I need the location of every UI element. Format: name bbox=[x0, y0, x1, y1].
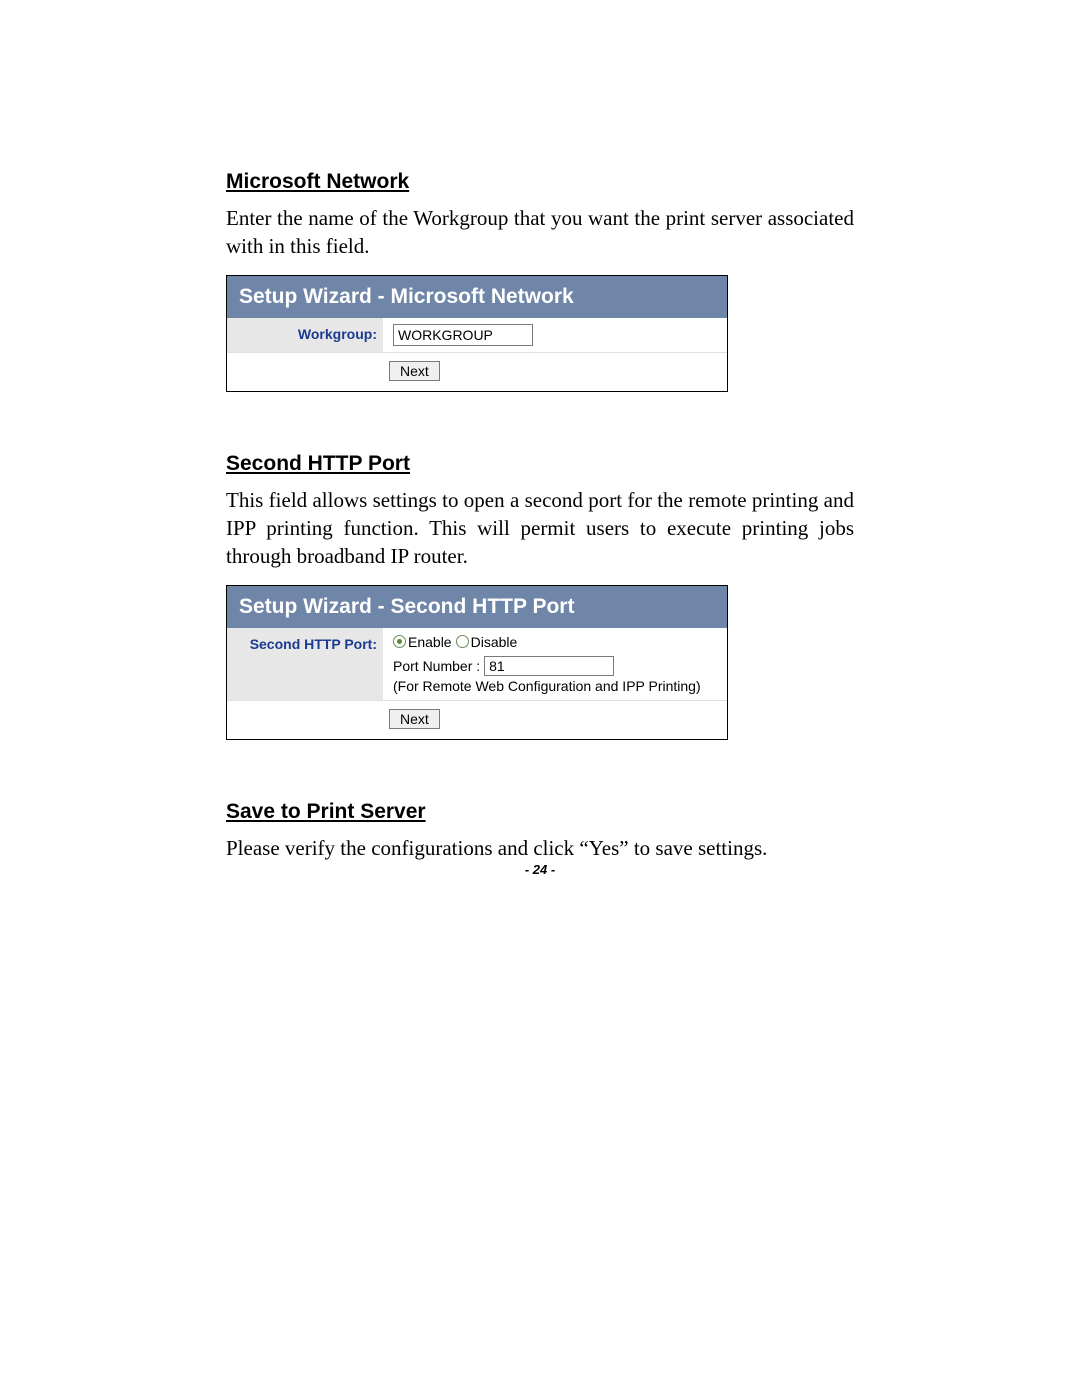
document-page: Microsoft Network Enter the name of the … bbox=[0, 0, 1080, 1397]
radio-checked-icon bbox=[393, 635, 406, 648]
workgroup-label: Workgroup: bbox=[227, 318, 383, 352]
paragraph-save-to-print-server: Please verify the configurations and cli… bbox=[226, 834, 854, 862]
http-port-label: Second HTTP Port: bbox=[227, 628, 383, 700]
workgroup-input[interactable] bbox=[393, 324, 533, 346]
enable-radio[interactable]: Enable bbox=[393, 634, 452, 650]
workgroup-row: Workgroup: bbox=[227, 318, 727, 352]
paragraph-second-http-port: This field allows settings to open a sec… bbox=[226, 486, 854, 571]
disable-radio-label: Disable bbox=[471, 634, 518, 650]
wizard-title-microsoft-network: Setup Wizard - Microsoft Network bbox=[227, 276, 727, 318]
enable-radio-label: Enable bbox=[408, 634, 452, 650]
heading-microsoft-network: Microsoft Network bbox=[226, 170, 854, 194]
wizard-second-http-port: Setup Wizard - Second HTTP Port Second H… bbox=[226, 585, 728, 740]
port-number-hint: (For Remote Web Configuration and IPP Pr… bbox=[393, 678, 717, 694]
next-button[interactable]: Next bbox=[389, 709, 440, 729]
button-row-2: Next bbox=[227, 700, 727, 739]
page-number: - 24 - bbox=[0, 862, 1080, 877]
next-button[interactable]: Next bbox=[389, 361, 440, 381]
wizard-microsoft-network: Setup Wizard - Microsoft Network Workgro… bbox=[226, 275, 728, 392]
paragraph-microsoft-network: Enter the name of the Workgroup that you… bbox=[226, 204, 854, 261]
port-number-label: Port Number : bbox=[393, 658, 480, 674]
button-row-1: Next bbox=[227, 352, 727, 391]
radio-unchecked-icon bbox=[456, 635, 469, 648]
wizard-title-second-http-port: Setup Wizard - Second HTTP Port bbox=[227, 586, 727, 628]
http-port-value-cell: Enable Disable Port Number : (For Remote… bbox=[383, 628, 727, 700]
workgroup-value-cell bbox=[383, 318, 727, 352]
disable-radio[interactable]: Disable bbox=[456, 634, 518, 650]
heading-second-http-port: Second HTTP Port bbox=[226, 452, 854, 476]
port-number-line: Port Number : bbox=[393, 656, 717, 676]
http-port-row: Second HTTP Port: Enable Disable Port Nu… bbox=[227, 628, 727, 700]
heading-save-to-print-server: Save to Print Server bbox=[226, 800, 854, 824]
enable-disable-group: Enable Disable bbox=[393, 634, 717, 650]
port-number-input[interactable] bbox=[484, 656, 614, 676]
